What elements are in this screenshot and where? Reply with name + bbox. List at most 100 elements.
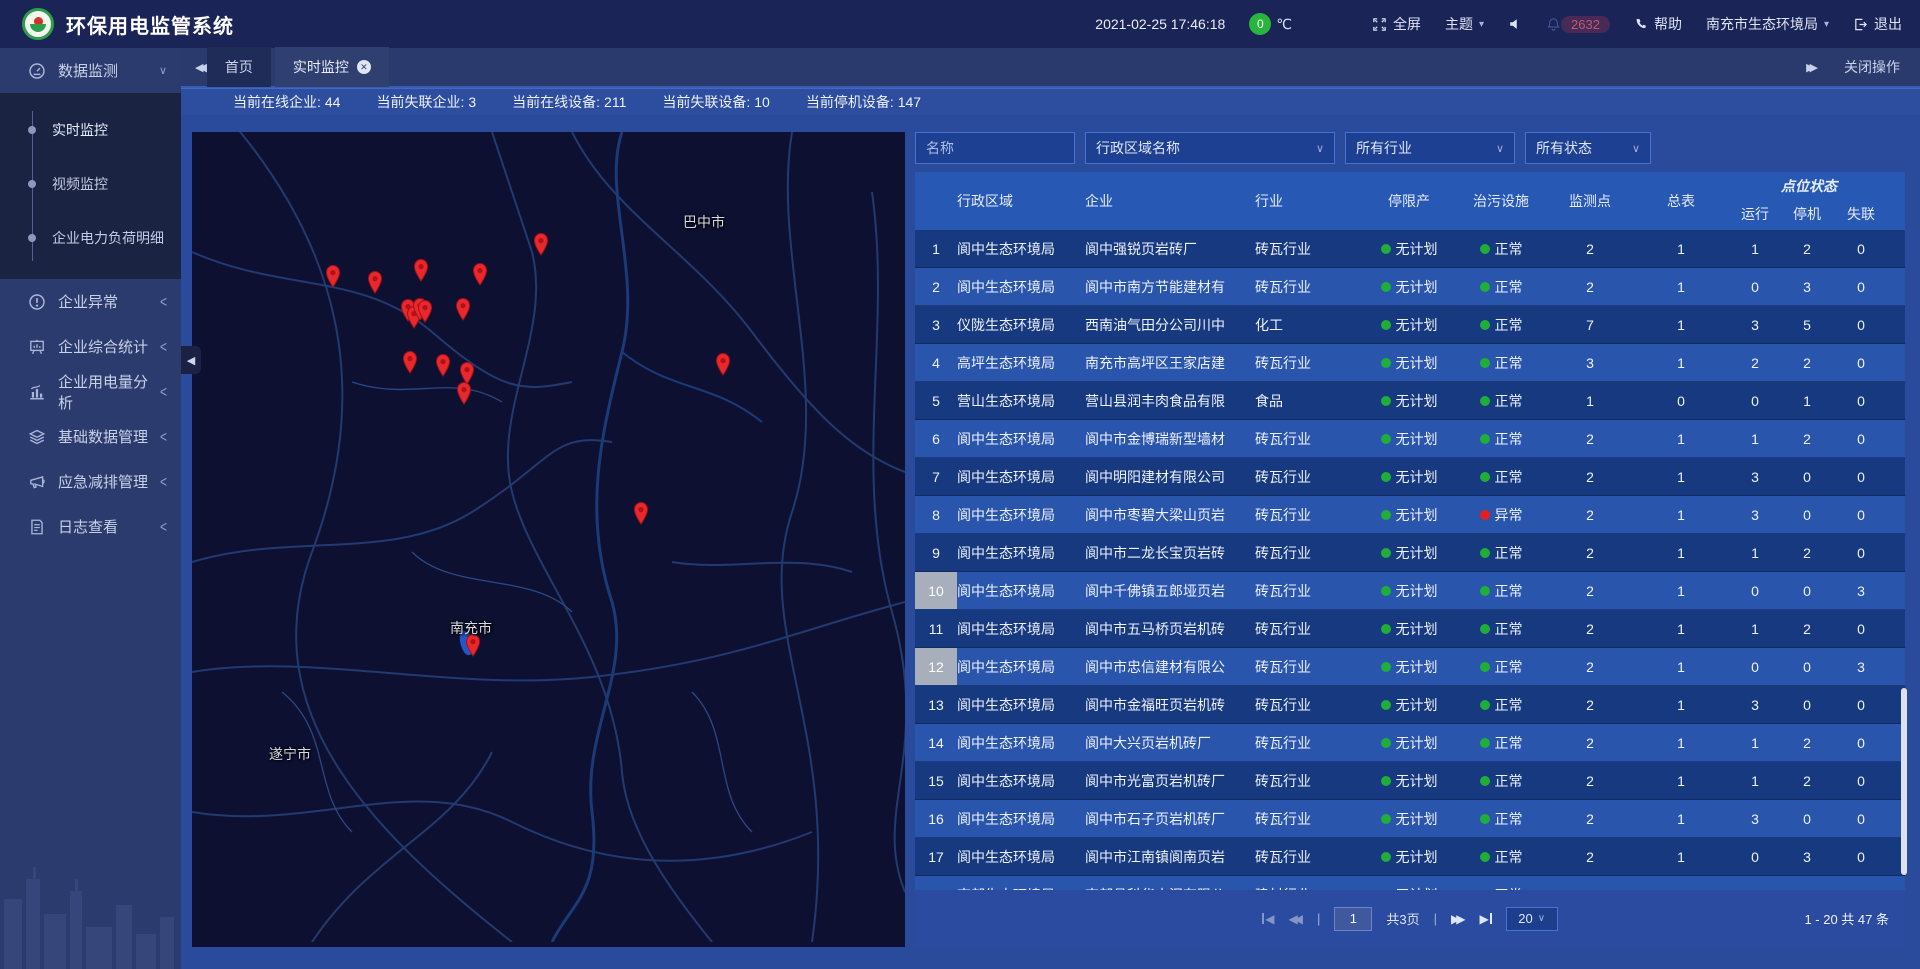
row-limit-status: 无计划 (1363, 838, 1455, 875)
row-stop-count: 0 (1781, 648, 1833, 685)
table-row[interactable]: 1阆中生态环境局阆中强锐页岩砖厂砖瓦行业无计划正常21120 (915, 230, 1905, 268)
map-pin-icon[interactable] (471, 262, 489, 286)
next-page-button[interactable]: ▶▶ (1451, 912, 1465, 926)
table-row[interactable]: 9阆中生态环境局阆中市二龙长宝页岩砖砖瓦行业无计划正常21120 (915, 534, 1905, 572)
row-stop-count: 0 (1781, 800, 1833, 837)
sidebar-subitem[interactable]: 视频监控 (0, 157, 181, 211)
row-limit-status: 无计划 (1363, 800, 1455, 837)
row-index: 8 (915, 496, 957, 533)
map-pin-icon[interactable] (434, 353, 452, 377)
row-stop-count: 2 (1781, 534, 1833, 571)
sidebar-collapse-button[interactable]: ◀ (181, 346, 201, 374)
map-pin-icon[interactable] (455, 381, 473, 405)
row-stop-count: 2 (1781, 762, 1833, 799)
table-row[interactable]: 7阆中生态环境局阆中明阳建材有限公司砖瓦行业无计划正常21300 (915, 458, 1905, 496)
org-menu[interactable]: 南充市生态环境局▾ (1706, 14, 1829, 34)
table-row[interactable]: 5营山生态环境局营山县润丰肉食品有限食品无计划正常10010 (915, 382, 1905, 420)
row-meter-count: 1 (1633, 610, 1729, 647)
table-row[interactable]: 8阆中生态环境局阆中市枣碧大梁山页岩砖瓦行业无计划异常21300 (915, 496, 1905, 534)
sidebar-item-2[interactable]: 企业综合统计< (0, 324, 181, 369)
logout-button[interactable]: 退出 (1853, 14, 1902, 34)
map-pin-icon[interactable] (632, 501, 650, 525)
table-row[interactable]: 17阆中生态环境局阆中市江南镇阆南页岩砖瓦行业无计划正常21030 (915, 838, 1905, 876)
row-monitor-count: 2 (1547, 800, 1633, 837)
prev-page-button[interactable]: ◀◀ (1289, 912, 1303, 926)
map-pin-icon[interactable] (324, 264, 342, 288)
skyline-decoration (0, 839, 181, 969)
table-row[interactable]: 12阆中生态环境局阆中市忠信建材有限公砖瓦行业无计划正常21003 (915, 648, 1905, 686)
notifications-button[interactable]: 2632 (1546, 16, 1610, 33)
row-lost-count: 0 (1833, 496, 1889, 533)
row-run-count: 0 (1729, 572, 1781, 609)
sidebar-item-3[interactable]: 企业用电量分析< (0, 369, 181, 414)
table-row[interactable]: 4高坪生态环境局南充市高坪区王家店建砖瓦行业无计划正常31220 (915, 344, 1905, 382)
speaker-icon[interactable] (1508, 17, 1522, 31)
tabs-scroll-left-icon[interactable]: ◀◀ (195, 61, 207, 74)
tab-实时监控[interactable]: 实时监控✕ (275, 47, 389, 87)
status-select[interactable]: 所有状态∨ (1525, 132, 1651, 164)
row-lost-count: 0 (1833, 724, 1889, 761)
map-pin-icon[interactable] (416, 299, 434, 323)
help-button[interactable]: 帮助 (1634, 14, 1682, 34)
sidebar-item-4[interactable]: 基础数据管理< (0, 414, 181, 459)
scrollbar-thumb[interactable] (1901, 688, 1907, 875)
row-limit-status: 无计划 (1363, 534, 1455, 571)
sidebar-item-6[interactable]: 日志查看< (0, 504, 181, 549)
map-pin-icon[interactable] (532, 232, 550, 256)
row-run-count: 3 (1729, 496, 1781, 533)
gauge-icon (28, 62, 46, 80)
map-pin-icon[interactable] (366, 270, 384, 294)
stat-value: 3 (468, 94, 476, 110)
first-page-button[interactable]: ◀ (1262, 912, 1274, 926)
tab-label: 首页 (225, 57, 253, 77)
row-region: 高坪生态环境局 (957, 344, 1085, 381)
layers-icon (28, 428, 46, 446)
region-select[interactable]: 行政区域名称∨ (1085, 132, 1335, 164)
map-pin-icon[interactable] (401, 350, 419, 374)
row-index: 17 (915, 838, 957, 875)
page-size-select[interactable]: 20∨ (1506, 907, 1558, 931)
chevron-left-icon: < (160, 517, 167, 535)
sidebar-item-5[interactable]: 应急减排管理< (0, 459, 181, 504)
row-region: 营山生态环境局 (957, 382, 1085, 419)
map-pin-icon[interactable] (412, 258, 430, 282)
table-row[interactable]: 6阆中生态环境局阆中市金博瑞新型墙材砖瓦行业无计划正常21120 (915, 420, 1905, 458)
close-operations-button[interactable]: 关闭操作 (1844, 57, 1900, 77)
table-row[interactable]: 15阆中生态环境局阆中市光富页岩机砖厂砖瓦行业无计划正常21120 (915, 762, 1905, 800)
tabs-scroll-right-icon[interactable]: ▶▶ (1806, 61, 1818, 74)
sidebar-section: 日志查看< (0, 504, 181, 549)
row-region: 阆中生态环境局 (957, 762, 1085, 799)
table-row[interactable]: 10阆中生态环境局阆中千佛镇五郎垭页岩砖瓦行业无计划正常21003 (915, 572, 1905, 610)
sidebar-subitem[interactable]: 企业电力负荷明细 (0, 211, 181, 265)
fullscreen-icon (1372, 17, 1387, 32)
row-meter-count: 0 (1633, 382, 1729, 419)
fullscreen-button[interactable]: 全屏 (1372, 14, 1421, 34)
table-row[interactable]: 2阆中生态环境局阆中市南方节能建材有砖瓦行业无计划正常21030 (915, 268, 1905, 306)
map-pin-icon[interactable] (454, 297, 472, 321)
table-row[interactable]: 11阆中生态环境局阆中市五马桥页岩机砖砖瓦行业无计划正常21120 (915, 610, 1905, 648)
row-facility-status: 正常 (1455, 686, 1547, 723)
row-stop-count: 0 (1781, 572, 1833, 609)
row-limit-status: 无计划 (1363, 458, 1455, 495)
last-page-button[interactable]: ▶ (1479, 912, 1491, 926)
sidebar-item-0[interactable]: 数据监测∨ (0, 48, 181, 93)
table-row[interactable]: 3仪陇生态环境局西南油气田分公司川中化工无计划正常71350 (915, 306, 1905, 344)
map-panel[interactable]: 巴中市南充市遂宁市 (192, 132, 905, 947)
table-row[interactable]: 14阆中生态环境局阆中大兴页岩机砖厂砖瓦行业无计划正常21120 (915, 724, 1905, 762)
tab-close-icon[interactable]: ✕ (357, 60, 371, 74)
name-search-input[interactable] (915, 132, 1075, 164)
table-row[interactable]: 13阆中生态环境局阆中市金福旺页岩机砖砖瓦行业无计划正常21300 (915, 686, 1905, 724)
industry-select[interactable]: 所有行业∨ (1345, 132, 1515, 164)
sidebar-item-1[interactable]: 企业异常< (0, 279, 181, 324)
map-pin-icon[interactable] (714, 352, 732, 376)
table-row[interactable]: 18南部生态环境局南部县科华水泥有限公建材行业无计划正常52050 (915, 876, 1905, 890)
theme-menu[interactable]: 主题▾ (1445, 14, 1484, 34)
chevron-down-icon: ∨ (1496, 142, 1504, 155)
table-row[interactable]: 16阆中生态环境局阆中市石子页岩机砖厂砖瓦行业无计划正常21300 (915, 800, 1905, 838)
row-company: 阆中强锐页岩砖厂 (1085, 230, 1255, 267)
page-number-input[interactable] (1334, 907, 1372, 931)
stat-item: 当前在线企业:44 (233, 92, 340, 112)
row-company: 阆中市金福旺页岩机砖 (1085, 686, 1255, 723)
sidebar-subitem[interactable]: 实时监控 (0, 103, 181, 157)
tab-首页[interactable]: 首页 (207, 47, 271, 87)
